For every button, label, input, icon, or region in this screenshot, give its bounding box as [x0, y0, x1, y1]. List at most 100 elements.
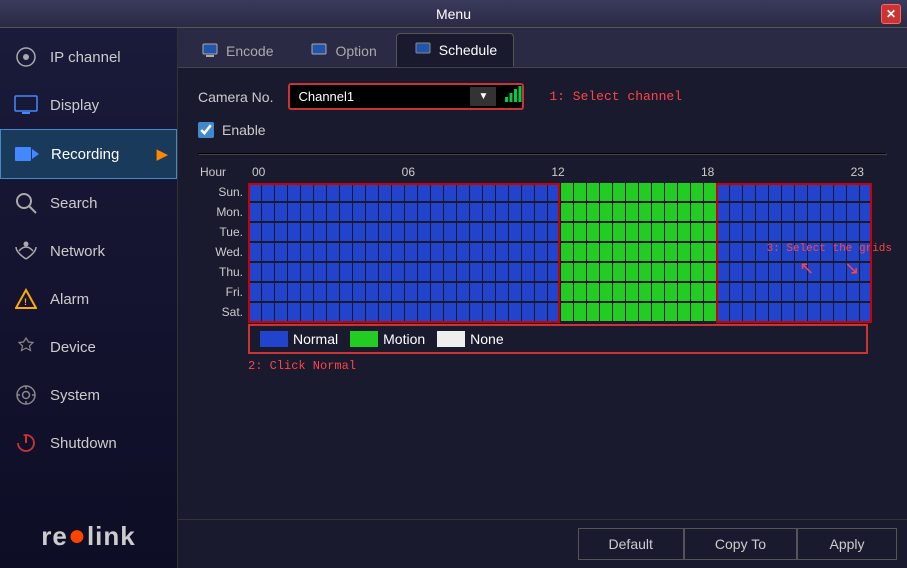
grid-cell[interactable] [405, 263, 417, 281]
grid-cell[interactable] [301, 263, 313, 281]
grid-cell[interactable] [756, 183, 768, 201]
grid-cell[interactable] [678, 243, 690, 261]
grid-cell[interactable] [652, 243, 664, 261]
grid-cell[interactable] [418, 283, 430, 301]
grid-cell[interactable] [327, 283, 339, 301]
grid-cell[interactable] [600, 263, 612, 281]
grid-cell[interactable] [574, 203, 586, 221]
grid-cell[interactable] [795, 203, 807, 221]
grid-cell[interactable] [470, 243, 482, 261]
grid-cell[interactable] [288, 183, 300, 201]
tab-option[interactable]: Option [292, 33, 393, 67]
grid-cell[interactable] [652, 223, 664, 241]
copy-to-button[interactable]: Copy To [684, 528, 797, 560]
grid-cell[interactable] [548, 283, 560, 301]
grid-cell[interactable] [847, 203, 859, 221]
grid-cell[interactable] [613, 243, 625, 261]
grid-cell[interactable] [262, 263, 274, 281]
grid-cell[interactable] [275, 303, 287, 321]
grid-cell[interactable] [769, 283, 781, 301]
grid-cell[interactable] [535, 303, 547, 321]
grid-cell[interactable] [821, 183, 833, 201]
grid-cell[interactable] [314, 183, 326, 201]
grid-cell[interactable] [730, 223, 742, 241]
grid-cell[interactable] [444, 303, 456, 321]
grid-cell[interactable] [340, 283, 352, 301]
sidebar-item-network[interactable]: Network [0, 227, 177, 275]
sidebar-item-ip-channel[interactable]: IP channel [0, 33, 177, 81]
grid-cell[interactable] [522, 223, 534, 241]
grid-cell[interactable] [717, 283, 729, 301]
grid-cell[interactable] [626, 263, 638, 281]
grid-cell[interactable] [574, 283, 586, 301]
grid-cell[interactable] [431, 183, 443, 201]
grid-cell[interactable] [353, 183, 365, 201]
grid-cell[interactable] [496, 303, 508, 321]
grid-cell[interactable] [353, 203, 365, 221]
grid-cell[interactable] [756, 303, 768, 321]
grid-cell[interactable] [509, 243, 521, 261]
grid-cell[interactable] [483, 223, 495, 241]
grid-cell[interactable] [548, 243, 560, 261]
grid-cell[interactable] [782, 203, 794, 221]
grid-cell[interactable] [613, 203, 625, 221]
grid-cell[interactable] [626, 183, 638, 201]
grid-cell[interactable] [275, 223, 287, 241]
grid-cell[interactable] [691, 303, 703, 321]
grid-cell[interactable] [522, 183, 534, 201]
grid-cell[interactable] [626, 283, 638, 301]
enable-checkbox[interactable] [198, 122, 214, 138]
grid-cell[interactable] [496, 263, 508, 281]
grid-cell[interactable] [288, 283, 300, 301]
grid-cell[interactable] [548, 223, 560, 241]
grid-cell[interactable] [366, 283, 378, 301]
grid-cell[interactable] [782, 183, 794, 201]
grid-cell[interactable] [340, 263, 352, 281]
grid-cell[interactable] [496, 203, 508, 221]
grid-cell[interactable] [639, 223, 651, 241]
grid-cell[interactable] [691, 283, 703, 301]
grid-cell[interactable] [379, 263, 391, 281]
sidebar-item-system[interactable]: System [0, 371, 177, 419]
grid-cell[interactable] [353, 223, 365, 241]
grid-cell[interactable] [522, 263, 534, 281]
grid-cell[interactable] [717, 263, 729, 281]
grid-cell[interactable] [795, 303, 807, 321]
grid-cell[interactable] [613, 263, 625, 281]
grid-cell[interactable] [418, 243, 430, 261]
grid-cell[interactable] [587, 183, 599, 201]
grid-cell[interactable] [535, 243, 547, 261]
grid-cell[interactable] [340, 303, 352, 321]
grid-cell[interactable] [496, 243, 508, 261]
grid-cell[interactable] [509, 203, 521, 221]
grid-cell[interactable] [691, 223, 703, 241]
grid-cell[interactable] [405, 203, 417, 221]
grid-cell[interactable] [366, 223, 378, 241]
grid-cell[interactable] [249, 303, 261, 321]
grid-cell[interactable] [522, 243, 534, 261]
grid-cell[interactable] [834, 223, 846, 241]
grid-cell[interactable] [288, 203, 300, 221]
grid-cell[interactable] [301, 203, 313, 221]
grid-cell[interactable] [392, 283, 404, 301]
grid-cell[interactable] [743, 263, 755, 281]
grid-cell[interactable] [509, 283, 521, 301]
grid-cell[interactable] [730, 303, 742, 321]
grid-cell[interactable] [275, 203, 287, 221]
grid-cell[interactable] [678, 283, 690, 301]
grid-cell[interactable] [483, 303, 495, 321]
grid-cell[interactable] [249, 183, 261, 201]
grid-cell[interactable] [314, 303, 326, 321]
grid-cell[interactable] [782, 303, 794, 321]
tab-encode[interactable]: Encode [183, 33, 290, 67]
grid-cell[interactable] [626, 303, 638, 321]
grid-cell[interactable] [327, 223, 339, 241]
sidebar-item-search[interactable]: Search [0, 179, 177, 227]
grid-cell[interactable] [418, 263, 430, 281]
grid-cell[interactable] [262, 243, 274, 261]
grid-cell[interactable] [730, 183, 742, 201]
grid-cell[interactable] [509, 183, 521, 201]
grid-cell[interactable] [496, 183, 508, 201]
grid-cell[interactable] [860, 283, 872, 301]
grid-cell[interactable] [366, 263, 378, 281]
